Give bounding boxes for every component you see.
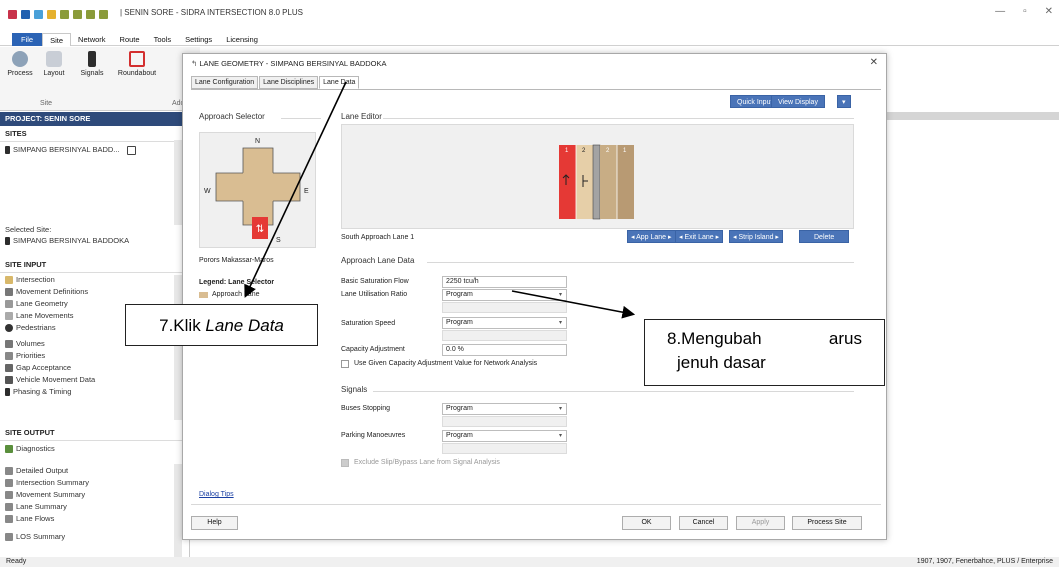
status-bar: Ready 1907, 1907, Fenerbahce, PLUS / Ent… — [0, 557, 1059, 567]
note7-text: 7.Klik — [159, 316, 206, 335]
note-step-7: 7.Klik Lane Data — [125, 304, 318, 346]
note8-line1: 8.Mengubah arus — [667, 329, 862, 349]
status-license: 1907, 1907, Fenerbahce, PLUS / Enterpris… — [916, 558, 1053, 565]
status-text: Ready — [6, 558, 27, 565]
note-step-8: 8.Mengubah arus jenuh dasar — [644, 319, 885, 386]
note7-emphasis: Lane Data — [205, 316, 284, 335]
note8-text-line2: jenuh dasar — [677, 353, 766, 372]
annotation-arrows — [244, 81, 636, 319]
note8-text-a: 8.Mengubah — [667, 329, 762, 348]
note8-text-b: arus — [828, 329, 862, 348]
